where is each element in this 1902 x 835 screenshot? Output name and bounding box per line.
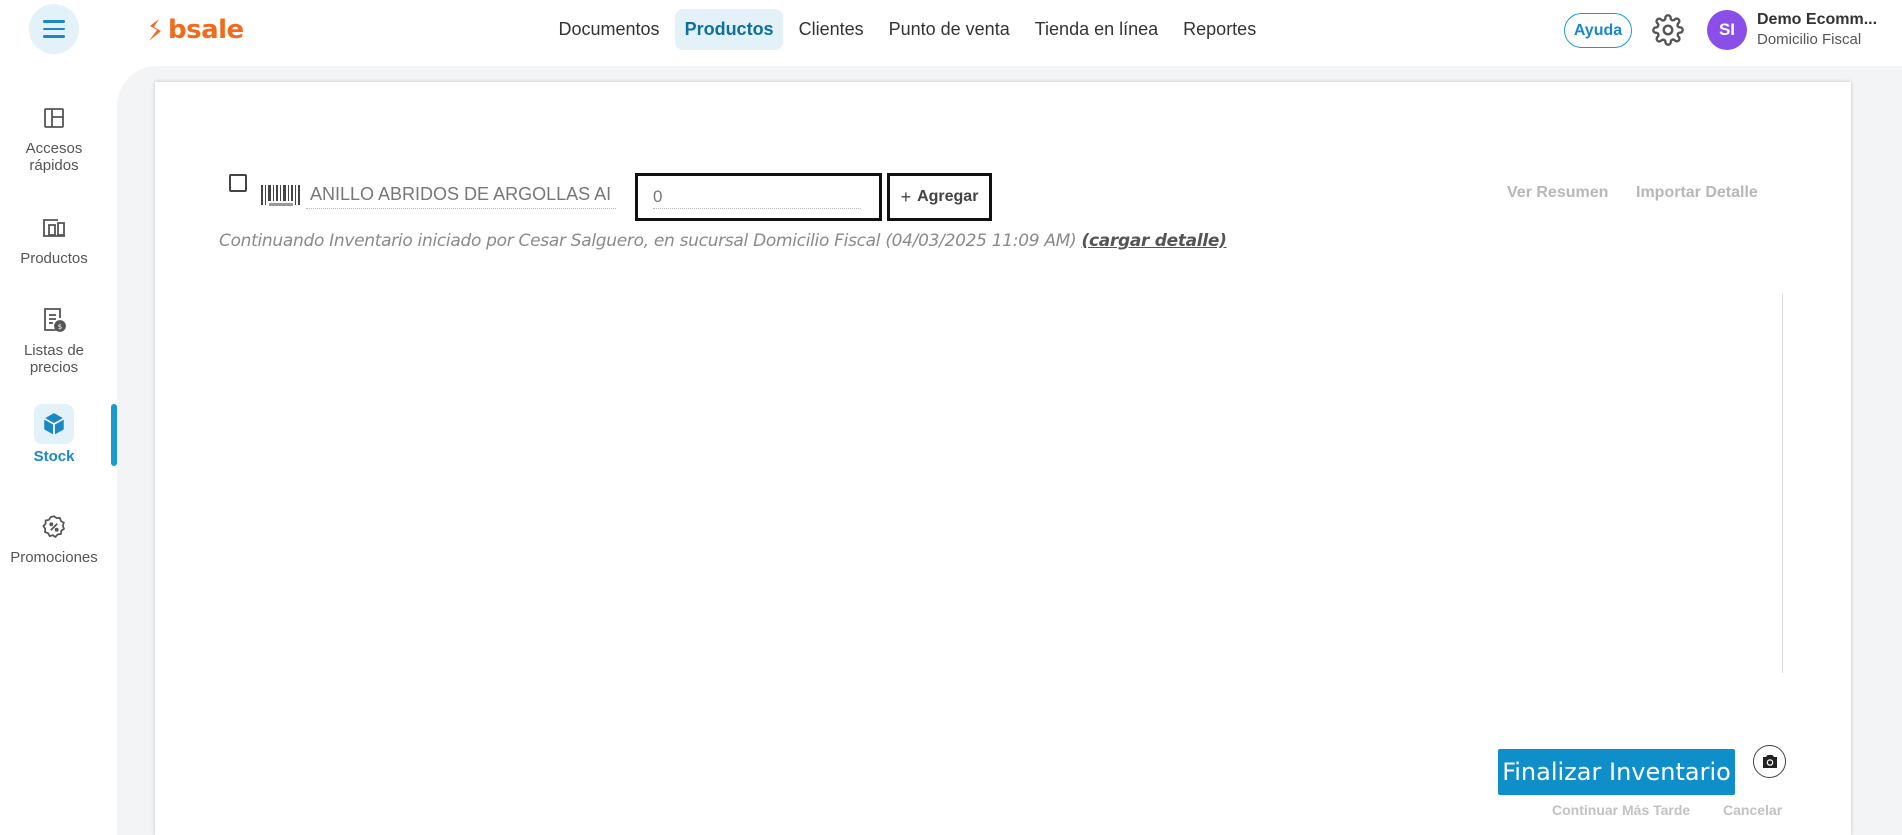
nav-tienda-en-linea[interactable]: Tienda en línea: [1025, 9, 1167, 50]
box-icon: [34, 404, 74, 444]
promo-icon: [36, 509, 72, 545]
sidebar: Accesos rápidos Productos $ Listas de prec…: [0, 60, 117, 835]
help-button[interactable]: Ayuda: [1564, 13, 1632, 48]
bsale-logo[interactable]: bsale: [146, 15, 244, 45]
menu-button[interactable]: [29, 4, 79, 54]
top-bar: bsale Documentos Productos Clientes Punt…: [0, 0, 1902, 60]
cargar-detalle-link[interactable]: (cargar detalle): [1081, 231, 1226, 251]
select-checkbox[interactable]: [229, 174, 247, 192]
importar-detalle-link[interactable]: Importar Detalle: [1636, 184, 1758, 202]
nav-reportes[interactable]: Reportes: [1174, 9, 1266, 50]
ver-resumen-link[interactable]: Ver Resumen: [1507, 184, 1608, 202]
barcode-icon[interactable]: [260, 183, 302, 209]
nav-clientes[interactable]: Clientes: [789, 9, 873, 50]
sidebar-item-stock[interactable]: Stock: [0, 404, 108, 465]
user-avatar[interactable]: SI: [1707, 10, 1747, 50]
sidebar-item-label: Listas de precios: [23, 342, 85, 376]
quantity-input[interactable]: [653, 185, 861, 209]
finalize-inventory-button[interactable]: Finalizar Inventario: [1498, 749, 1735, 795]
hamburger-icon: [43, 18, 65, 41]
sidebar-item-promociones[interactable]: Promociones: [0, 509, 108, 566]
products-icon: [36, 210, 72, 246]
logo-text: bsale: [168, 15, 244, 45]
product-search-input[interactable]: [306, 181, 616, 209]
quantity-field-box[interactable]: [635, 173, 882, 221]
sidebar-item-listas-de-precios[interactable]: $ Listas de precios: [0, 302, 108, 376]
user-name[interactable]: Demo Ecomm...: [1757, 11, 1877, 29]
layout-icon: [36, 100, 72, 136]
add-button-label: Agregar: [917, 188, 979, 205]
sidebar-item-label: Productos: [20, 250, 88, 267]
bsale-mark-icon: [149, 19, 161, 41]
sidebar-item-accesos-rapidos[interactable]: Accesos rápidos: [0, 100, 108, 174]
sidebar-item-label: Stock: [33, 448, 75, 465]
plus-icon: +: [900, 186, 912, 207]
camera-button[interactable]: [1753, 745, 1786, 778]
nav-punto-de-venta[interactable]: Punto de venta: [879, 9, 1019, 50]
sidebar-item-productos[interactable]: Productos: [0, 210, 108, 267]
detail-divider: [1782, 294, 1783, 673]
price-list-icon: $: [36, 302, 72, 338]
sidebar-item-label: Promociones: [10, 549, 98, 566]
nav-documentos[interactable]: Documentos: [549, 9, 669, 50]
main-nav: Documentos Productos Clientes Punto de v…: [549, 9, 1272, 50]
svg-text:$: $: [58, 323, 62, 331]
cancel-link[interactable]: Cancelar: [1723, 802, 1782, 818]
add-button[interactable]: + Agregar: [887, 173, 992, 221]
user-branch: Domicilio Fiscal: [1757, 31, 1862, 48]
nav-productos[interactable]: Productos: [675, 9, 784, 50]
inventory-note-text: Continuando Inventario iniciado por Cesa…: [219, 231, 1082, 251]
sidebar-item-label: Accesos rápidos: [25, 140, 83, 174]
camera-icon: [1762, 755, 1777, 768]
continue-later-link[interactable]: Continuar Más Tarde: [1552, 802, 1690, 818]
inventory-note: Continuando Inventario iniciado por Cesa…: [219, 231, 1227, 251]
gear-icon[interactable]: [1652, 14, 1684, 46]
